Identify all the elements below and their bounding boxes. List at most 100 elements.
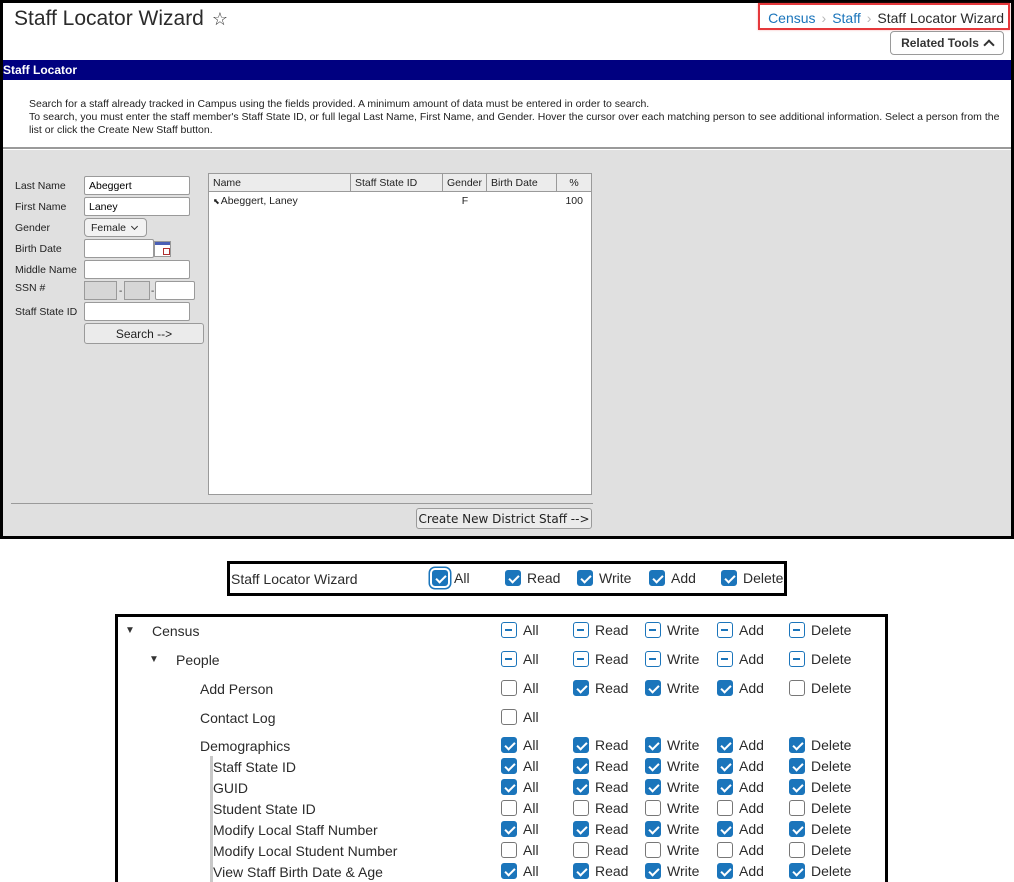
checkbox-add[interactable]: Add — [717, 622, 764, 638]
checkbox-icon[interactable] — [501, 821, 517, 837]
checkbox-write[interactable]: Write — [645, 842, 699, 858]
checkbox-all[interactable]: All — [501, 863, 539, 879]
checkbox-read[interactable]: Read — [573, 758, 628, 774]
checkbox-read[interactable]: Read — [573, 842, 628, 858]
checkbox-icon[interactable] — [573, 651, 589, 667]
checkbox-write[interactable]: Write — [645, 800, 699, 816]
checkbox-all[interactable]: All — [501, 758, 539, 774]
checkbox-add[interactable]: Add — [717, 842, 764, 858]
checkbox-icon[interactable] — [573, 821, 589, 837]
checkbox-add[interactable]: Add — [717, 779, 764, 795]
checkbox-add[interactable]: Add — [717, 680, 764, 696]
related-tools-button[interactable]: Related Tools — [890, 31, 1004, 55]
checkbox-all[interactable]: All — [501, 821, 539, 837]
checkbox-icon[interactable] — [717, 622, 733, 638]
checkbox-delete[interactable]: Delete — [789, 651, 851, 667]
expand-toggle-icon[interactable]: ▼ — [149, 654, 159, 665]
checkbox-icon[interactable] — [645, 842, 661, 858]
checkbox-icon[interactable] — [501, 758, 517, 774]
table-row[interactable]: ⬉Abeggert, Laney F 100 — [209, 192, 591, 209]
checkbox-icon[interactable] — [717, 842, 733, 858]
checkbox-delete[interactable]: Delete — [789, 842, 851, 858]
checkbox-icon[interactable] — [649, 570, 665, 586]
checkbox-read[interactable]: Read — [573, 800, 628, 816]
checkbox-icon[interactable] — [645, 800, 661, 816]
checkbox-icon[interactable] — [577, 570, 593, 586]
checkbox-icon[interactable] — [717, 758, 733, 774]
checkbox-icon[interactable] — [789, 779, 805, 795]
checkbox-add[interactable]: Add — [717, 821, 764, 837]
checkbox-icon[interactable] — [645, 863, 661, 879]
checkbox-all[interactable]: All — [501, 800, 539, 816]
checkbox-icon[interactable] — [501, 737, 517, 753]
checkbox-write[interactable]: Write — [645, 622, 699, 638]
checkbox-icon[interactable] — [645, 821, 661, 837]
column-header-percent[interactable]: % — [557, 174, 591, 191]
checkbox-icon[interactable] — [573, 800, 589, 816]
checkbox-icon[interactable] — [573, 758, 589, 774]
checkbox-all[interactable]: All — [501, 842, 539, 858]
checkbox-all[interactable]: All — [501, 651, 539, 667]
star-icon[interactable]: ☆ — [212, 10, 228, 28]
checkbox-icon[interactable] — [645, 737, 661, 753]
search-button[interactable]: Search --> — [84, 323, 204, 344]
checkbox-add[interactable]: Add — [717, 758, 764, 774]
checkbox-all[interactable]: All — [501, 779, 539, 795]
checkbox-icon[interactable] — [432, 570, 448, 586]
checkbox-delete[interactable]: Delete — [789, 758, 851, 774]
checkbox-icon[interactable] — [789, 651, 805, 667]
checkbox-all[interactable]: All — [501, 709, 539, 725]
checkbox-icon[interactable] — [501, 622, 517, 638]
checkbox-icon[interactable] — [789, 800, 805, 816]
checkbox-write[interactable]: Write — [645, 737, 699, 753]
checkbox-delete[interactable]: Delete — [789, 863, 851, 879]
checkbox-read[interactable]: Read — [505, 570, 560, 586]
checkbox-icon[interactable] — [717, 737, 733, 753]
checkbox-icon[interactable] — [789, 737, 805, 753]
checkbox-icon[interactable] — [645, 680, 661, 696]
checkbox-icon[interactable] — [717, 863, 733, 879]
birth-date-input[interactable] — [84, 239, 154, 258]
checkbox-read[interactable]: Read — [573, 651, 628, 667]
checkbox-icon[interactable] — [573, 622, 589, 638]
checkbox-icon[interactable] — [501, 842, 517, 858]
checkbox-icon[interactable] — [717, 821, 733, 837]
checkbox-icon[interactable] — [573, 863, 589, 879]
checkbox-all[interactable]: All — [432, 570, 470, 586]
checkbox-icon[interactable] — [573, 779, 589, 795]
breadcrumb-census[interactable]: Census — [768, 10, 815, 26]
checkbox-icon[interactable] — [505, 570, 521, 586]
checkbox-icon[interactable] — [501, 709, 517, 725]
last-name-input[interactable] — [84, 176, 190, 195]
column-header-gender[interactable]: Gender — [443, 174, 487, 191]
checkbox-icon[interactable] — [789, 863, 805, 879]
checkbox-icon[interactable] — [645, 622, 661, 638]
checkbox-icon[interactable] — [573, 737, 589, 753]
checkbox-delete[interactable]: Delete — [789, 622, 851, 638]
checkbox-icon[interactable] — [501, 779, 517, 795]
checkbox-write[interactable]: Write — [645, 680, 699, 696]
checkbox-delete[interactable]: Delete — [789, 680, 851, 696]
checkbox-delete[interactable]: Delete — [789, 821, 851, 837]
calendar-icon[interactable] — [154, 241, 171, 257]
checkbox-icon[interactable] — [501, 863, 517, 879]
checkbox-delete[interactable]: Delete — [789, 800, 851, 816]
checkbox-icon[interactable] — [789, 758, 805, 774]
checkbox-all[interactable]: All — [501, 737, 539, 753]
checkbox-icon[interactable] — [717, 680, 733, 696]
checkbox-read[interactable]: Read — [573, 821, 628, 837]
middle-name-input[interactable] — [84, 260, 190, 279]
breadcrumb-staff[interactable]: Staff — [832, 10, 861, 26]
expand-toggle-icon[interactable]: ▼ — [125, 625, 135, 636]
create-new-district-staff-button[interactable]: Create New District Staff --> — [416, 508, 592, 529]
checkbox-icon[interactable] — [501, 800, 517, 816]
staff-state-id-input[interactable] — [84, 302, 190, 321]
checkbox-all[interactable]: All — [501, 622, 539, 638]
ssn-part-3-input[interactable] — [155, 281, 195, 300]
checkbox-icon[interactable] — [645, 779, 661, 795]
checkbox-read[interactable]: Read — [573, 737, 628, 753]
column-header-birth-date[interactable]: Birth Date — [487, 174, 557, 191]
checkbox-write[interactable]: Write — [645, 758, 699, 774]
checkbox-add[interactable]: Add — [717, 651, 764, 667]
checkbox-icon[interactable] — [789, 622, 805, 638]
